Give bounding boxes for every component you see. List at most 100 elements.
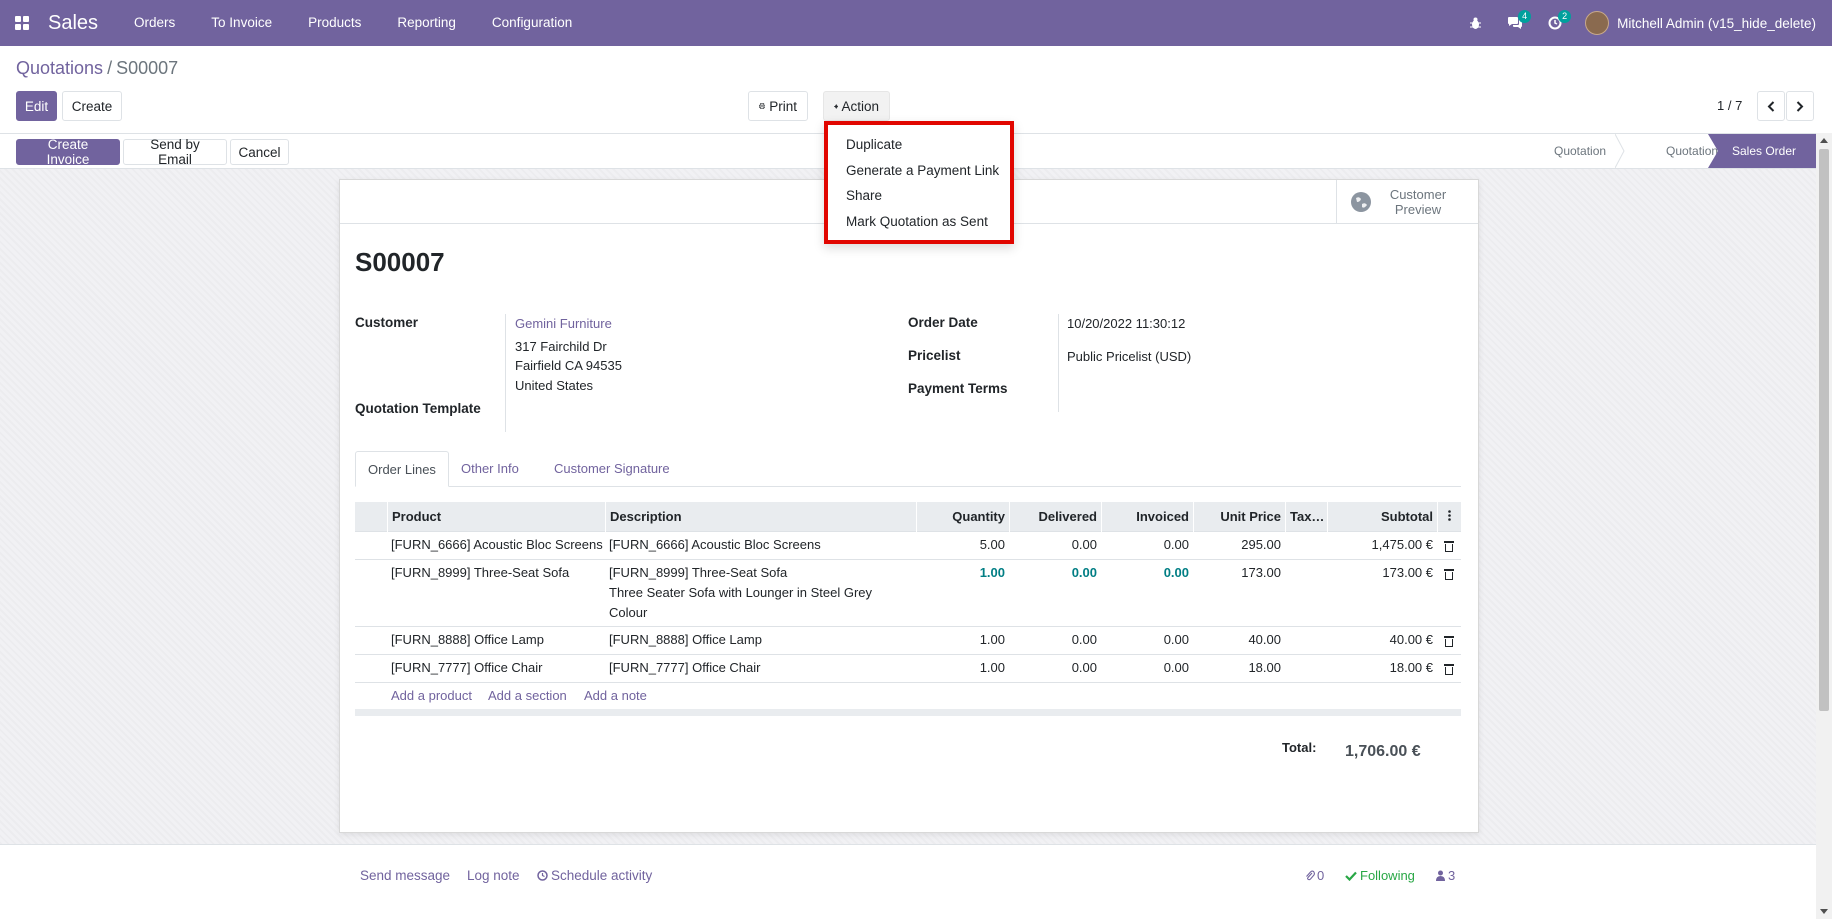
row-unit-price: 173.00 <box>1241 565 1281 580</box>
row-taxes <box>1289 655 1327 658</box>
scroll-up-arrow-icon[interactable] <box>1820 138 1828 143</box>
create-invoice-button[interactable]: Create Invoice <box>16 137 120 167</box>
schedule-activity-label: Schedule activity <box>551 868 653 883</box>
column-delivered[interactable]: Delivered <box>1009 502 1101 532</box>
attachments-button[interactable]: 0 <box>1305 868 1324 883</box>
column-quantity[interactable]: Quantity <box>916 502 1009 532</box>
breadcrumb-quotations[interactable]: Quotations <box>16 58 103 78</box>
column-description[interactable]: Description <box>605 502 916 532</box>
column-product[interactable]: Product <box>387 502 605 532</box>
row-subtotal: 1,475.00 € <box>1371 537 1433 552</box>
row-unit-price: 295.00 <box>1241 537 1281 552</box>
print-button[interactable]: Print <box>748 91 808 121</box>
menu-item-mark-quotation-sent[interactable]: Mark Quotation as Sent <box>846 214 988 229</box>
row-product[interactable]: [FURN_6666] Acoustic Bloc Screens <box>391 532 605 555</box>
user-menu[interactable]: Mitchell Admin (v15_hide_delete) <box>1575 11 1832 35</box>
gear-icon <box>834 103 839 109</box>
following-button[interactable]: Following <box>1345 868 1415 883</box>
row-invoiced: 0.00 <box>1163 537 1189 552</box>
stage-quotation[interactable]: Quotation <box>1542 134 1618 168</box>
column-subtotal[interactable]: Subtotal <box>1327 502 1437 532</box>
row-description: [FURN_6666] Acoustic Bloc Screens <box>609 537 821 552</box>
print-icon <box>759 103 766 109</box>
log-note-button[interactable]: Log note <box>467 868 520 883</box>
add-product-link[interactable]: Add a product <box>391 683 472 706</box>
add-note-link[interactable]: Add a note <box>584 683 647 706</box>
optional-columns-icon[interactable] <box>1437 502 1461 532</box>
create-button[interactable]: Create <box>62 91 122 121</box>
scroll-down-arrow-icon[interactable] <box>1820 909 1828 914</box>
table-header: Product Description Quantity Delivered I… <box>355 502 1461 532</box>
table-row[interactable]: [FURN_6666] Acoustic Bloc Screens [FURN_… <box>355 532 1461 560</box>
column-taxes[interactable]: Tax… <box>1285 502 1327 532</box>
apps-menu-icon[interactable] <box>0 0 44 46</box>
row-product[interactable]: [FURN_8999] Three-Seat Sofa <box>391 560 605 583</box>
trash-icon[interactable] <box>1444 568 1454 580</box>
user-name: Mitchell Admin (v15_hide_delete) <box>1617 15 1816 31</box>
pricelist-value: Public Pricelist (USD) <box>1067 349 1192 364</box>
description-line: Colour <box>609 605 648 620</box>
column-invoiced[interactable]: Invoiced <box>1101 502 1193 532</box>
pager-next-button[interactable] <box>1786 91 1814 121</box>
menu-item-generate-payment-link[interactable]: Generate a Payment Link <box>846 163 999 178</box>
row-product[interactable]: [FURN_7777] Office Chair <box>391 655 605 678</box>
pricelist-label: Pricelist <box>908 348 961 363</box>
menu-configuration[interactable]: Configuration <box>474 0 590 46</box>
customer-link[interactable]: Gemini Furniture <box>515 316 612 331</box>
action-button[interactable]: Action <box>823 91 890 121</box>
row-unit-price: 18.00 <box>1248 660 1281 675</box>
table-row[interactable]: [FURN_8999] Three-Seat Sofa [FURN_8999] … <box>355 560 1461 627</box>
pager-previous-button[interactable] <box>1757 91 1785 121</box>
trash-icon[interactable] <box>1444 663 1454 675</box>
chat-badge: 4 <box>1518 10 1532 23</box>
edit-button[interactable]: Edit <box>16 91 57 121</box>
menu-reporting[interactable]: Reporting <box>379 0 474 46</box>
customer-address-line: Fairfield CA 94535 <box>515 358 622 373</box>
row-product[interactable]: [FURN_8888] Office Lamp <box>391 627 605 650</box>
add-section-link[interactable]: Add a section <box>488 683 567 706</box>
activity-clock-icon[interactable]: 2 <box>1535 0 1575 46</box>
tab-other-info[interactable]: Other Info <box>449 451 531 487</box>
total-value: 1,706.00 € <box>1345 743 1421 760</box>
schedule-activity-button[interactable]: Schedule activity <box>537 868 652 883</box>
following-label: Following <box>1360 868 1415 883</box>
customer-preview-button[interactable]: Customer Preview <box>1336 180 1478 224</box>
scrollbar-thumb[interactable] <box>1819 149 1829 711</box>
menu-item-duplicate[interactable]: Duplicate <box>846 137 902 152</box>
menu-item-share[interactable]: Share <box>846 188 882 203</box>
tab-order-lines[interactable]: Order Lines <box>355 451 449 487</box>
debug-bug-icon[interactable] <box>1455 0 1495 46</box>
menu-orders[interactable]: Orders <box>116 0 193 46</box>
row-invoiced: 0.00 <box>1163 632 1189 647</box>
row-subtotal: 173.00 € <box>1382 565 1433 580</box>
followers-button[interactable]: 3 <box>1436 868 1455 883</box>
stage-sales-order[interactable]: Sales Order <box>1720 134 1816 168</box>
chat-icon[interactable]: 4 <box>1495 0 1535 46</box>
payment-terms-label: Payment Terms <box>908 381 1008 396</box>
total-label: Total: <box>1282 740 1317 755</box>
trash-icon[interactable] <box>1444 540 1454 552</box>
app-brand[interactable]: Sales <box>44 12 98 35</box>
table-row[interactable]: [FURN_7777] Office Chair [FURN_7777] Off… <box>355 655 1461 683</box>
customer-address-line: 317 Fairchild Dr <box>515 339 607 354</box>
breadcrumb-current: S00007 <box>116 58 179 78</box>
trash-icon[interactable] <box>1444 635 1454 647</box>
action-label: Action <box>841 98 879 114</box>
vertical-scrollbar[interactable] <box>1816 133 1832 919</box>
cancel-button[interactable]: Cancel <box>230 139 289 165</box>
pager-value[interactable]: 1 / 7 <box>1717 98 1742 113</box>
tab-customer-signature[interactable]: Customer Signature <box>542 451 682 487</box>
stage-divider <box>1615 134 1625 168</box>
globe-icon <box>1351 192 1371 212</box>
print-label: Print <box>769 98 797 114</box>
column-unit-price[interactable]: Unit Price <box>1193 502 1285 532</box>
menu-products[interactable]: Products <box>290 0 379 46</box>
menu-to-invoice[interactable]: To Invoice <box>193 0 290 46</box>
row-description: [FURN_8888] Office Lamp <box>609 632 762 647</box>
attachments-count: 0 <box>1317 868 1325 883</box>
send-by-email-button[interactable]: Send by Email <box>123 137 227 167</box>
activity-badge: 2 <box>1558 10 1572 23</box>
send-message-button[interactable]: Send message <box>360 868 450 883</box>
customer-address-line: United States <box>515 378 594 393</box>
table-row[interactable]: [FURN_8888] Office Lamp [FURN_8888] Offi… <box>355 627 1461 655</box>
